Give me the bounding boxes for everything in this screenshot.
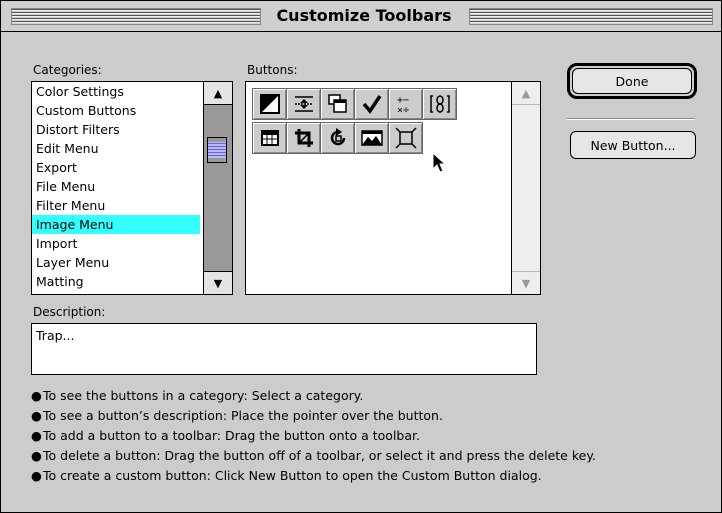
title-bar-stripes-left xyxy=(11,8,261,25)
buttons-scroll-up-arrow-icon[interactable]: ▲ xyxy=(512,82,540,105)
category-item-distort-filters[interactable]: Distort Filters xyxy=(32,120,200,139)
instructions-list: ●To see the buttons in a category: Selec… xyxy=(31,386,596,486)
buttons-panel: +− ×÷ ▲ ▼ xyxy=(245,81,541,295)
trim-sort-icon[interactable] xyxy=(286,88,321,120)
category-item-edit-menu[interactable]: Edit Menu xyxy=(32,139,200,158)
scroll-down-arrow-icon[interactable]: ▼ xyxy=(204,271,232,294)
math-operators-icon[interactable]: +− ×÷ xyxy=(388,88,423,120)
categories-label: Categories: xyxy=(33,63,102,77)
categories-scrollbar[interactable]: ▲ ▼ xyxy=(203,82,232,294)
trap-frame-icon[interactable] xyxy=(388,122,423,154)
description-label: Description: xyxy=(33,305,106,319)
new-button-button[interactable]: New Button... xyxy=(570,131,696,159)
title-bar-stripes-right xyxy=(469,8,713,25)
bullet-icon: ● xyxy=(31,388,42,403)
window-title: Customize Toolbars xyxy=(263,6,465,26)
checkmark-icon[interactable] xyxy=(354,88,389,120)
instruction-item: ●To delete a button: Drag the button off… xyxy=(31,446,596,466)
categories-items: Color Settings Custom Buttons Distort Fi… xyxy=(32,82,200,291)
category-item-import[interactable]: Import xyxy=(32,234,200,253)
category-item-image-menu[interactable]: Image Menu xyxy=(32,215,200,234)
instruction-item: ●To create a custom button: Click New Bu… xyxy=(31,466,596,486)
description-value: Trap... xyxy=(36,328,75,343)
customize-toolbars-dialog: Customize Toolbars Categories: Color Set… xyxy=(0,0,722,513)
bullet-icon: ● xyxy=(31,468,42,483)
crop-icon[interactable] xyxy=(286,122,321,154)
buttons-scroll-down-arrow-icon[interactable]: ▼ xyxy=(512,271,540,294)
done-button[interactable]: Done xyxy=(572,68,692,94)
title-bar[interactable]: Customize Toolbars xyxy=(1,1,721,32)
category-item-export[interactable]: Export xyxy=(32,158,200,177)
svg-text:×÷: ×÷ xyxy=(397,105,409,115)
landscape-image-icon[interactable] xyxy=(354,122,389,154)
description-field: Trap... xyxy=(31,323,537,375)
category-item-file-menu[interactable]: File Menu xyxy=(32,177,200,196)
instruction-item: ●To see a button’s description: Place th… xyxy=(31,406,596,426)
category-item-layer-menu[interactable]: Layer Menu xyxy=(32,253,200,272)
black-white-swatch-icon[interactable] xyxy=(252,88,287,120)
grid-table-icon[interactable] xyxy=(252,122,287,154)
copy-layers-icon[interactable] xyxy=(320,88,355,120)
mouse-pointer-icon xyxy=(432,151,447,177)
separator xyxy=(567,118,695,120)
bullet-icon: ● xyxy=(31,408,42,423)
instruction-item: ●To add a button to a toolbar: Drag the … xyxy=(31,426,596,446)
rotate-icon[interactable] xyxy=(320,122,355,154)
scroll-thumb[interactable] xyxy=(207,137,227,163)
bullet-icon: ● xyxy=(31,428,42,443)
instruction-item: ●To see the buttons in a category: Selec… xyxy=(31,386,596,406)
bullet-icon: ● xyxy=(31,448,42,463)
scroll-up-arrow-icon[interactable]: ▲ xyxy=(204,82,232,105)
buttons-label: Buttons: xyxy=(247,63,298,77)
category-item-color-settings[interactable]: Color Settings xyxy=(32,82,200,101)
category-item-custom-buttons[interactable]: Custom Buttons xyxy=(32,101,200,120)
buttons-scrollbar[interactable]: ▲ ▼ xyxy=(511,82,540,294)
category-item-matting[interactable]: Matting xyxy=(32,272,200,291)
categories-list[interactable]: Color Settings Custom Buttons Distort Fi… xyxy=(31,81,233,295)
link-chain-icon[interactable] xyxy=(422,88,457,120)
category-item-filter-menu[interactable]: Filter Menu xyxy=(32,196,200,215)
